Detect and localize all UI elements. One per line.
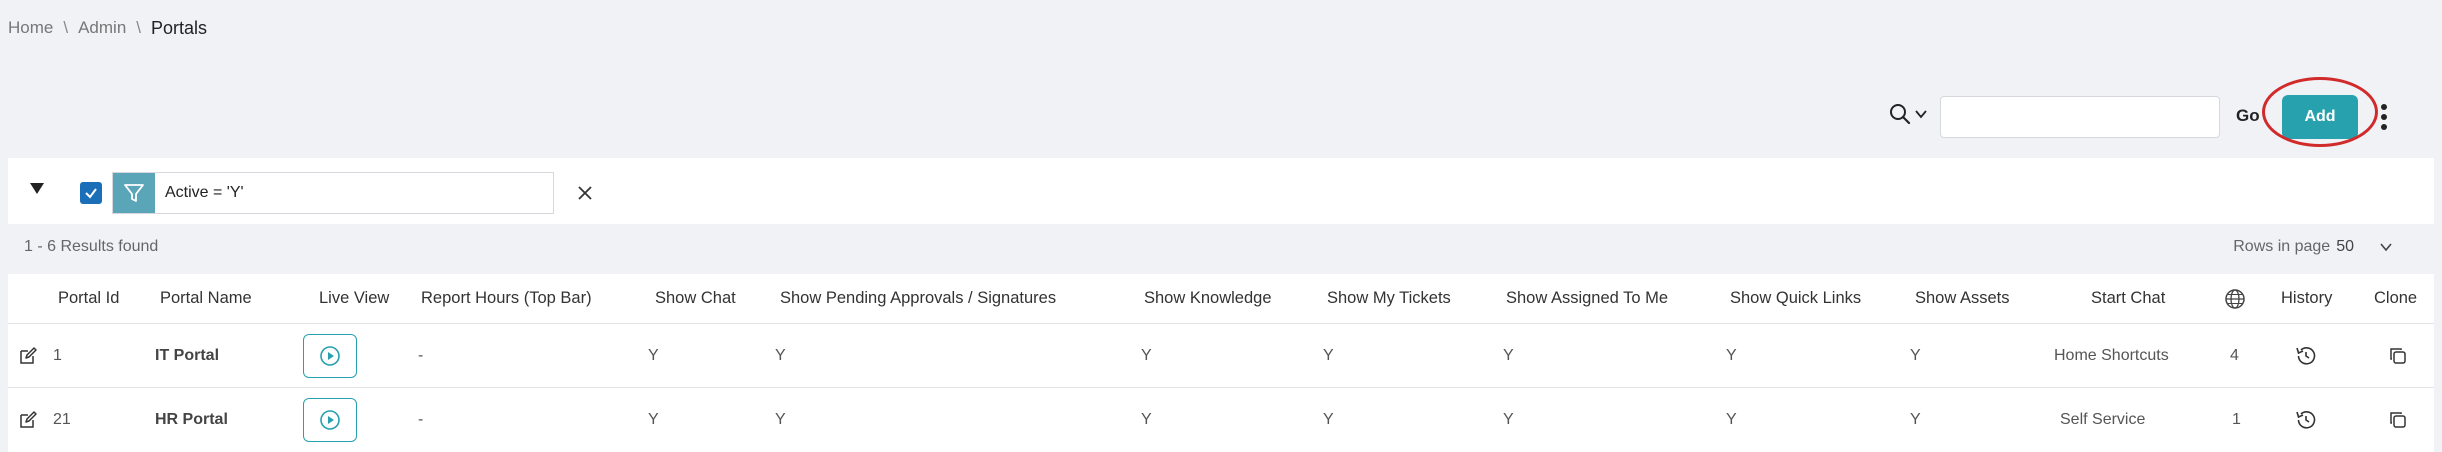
report-hours-cell: - xyxy=(418,346,424,364)
toolbar: Go Add xyxy=(8,72,2434,152)
column-header-show-pending[interactable]: Show Pending Approvals / Signatures xyxy=(780,274,1056,323)
table-row: 21 HR Portal - Y Y Y Y Y Y Y Self Servic… xyxy=(8,388,2434,452)
column-header-portal-id[interactable]: Portal Id xyxy=(58,274,119,323)
column-header-show-chat[interactable]: Show Chat xyxy=(655,274,736,323)
breadcrumb-home[interactable]: Home xyxy=(8,18,53,38)
search-icon xyxy=(1890,104,1911,125)
column-header-report-hours[interactable]: Report Hours (Top Bar) xyxy=(421,274,592,323)
chevron-down-icon xyxy=(1915,110,1927,119)
start-chat-cell: Self Service xyxy=(2060,411,2146,428)
history-icon[interactable] xyxy=(2294,388,2318,452)
breadcrumb: Home \ Admin \ Portals xyxy=(8,16,207,40)
show-chat-cell: Y xyxy=(648,346,659,364)
table-header: Portal Id Portal Name Live View Report H… xyxy=(8,274,2434,324)
language-count-cell: 4 xyxy=(2230,346,2239,364)
edit-icon[interactable] xyxy=(18,324,38,387)
show-knowledge-cell: Y xyxy=(1141,346,1152,364)
results-bar: 1 - 6 Results found Rows in page 50 xyxy=(8,230,2434,264)
column-header-show-quick-links[interactable]: Show Quick Links xyxy=(1730,274,1861,323)
show-pending-cell: Y xyxy=(775,411,786,428)
rows-per-page-label: Rows in page xyxy=(2233,238,2331,255)
edit-icon[interactable] xyxy=(18,388,38,452)
live-view-button[interactable] xyxy=(303,333,357,378)
table-row: 1 IT Portal - Y Y Y Y Y Y Y Home Shortcu… xyxy=(8,324,2434,388)
breadcrumb-separator: \ xyxy=(63,18,69,37)
search-input[interactable] xyxy=(1940,96,2220,138)
rows-per-page[interactable]: Rows in page 50 xyxy=(2233,238,2434,256)
checkmark-icon xyxy=(85,188,97,199)
column-header-start-chat[interactable]: Start Chat xyxy=(2091,274,2165,323)
portal-id-cell: 21 xyxy=(53,411,71,428)
filter-bar: Active = 'Y' xyxy=(8,158,2434,224)
show-assigned-cell: Y xyxy=(1503,346,1514,364)
column-header-show-my-tickets[interactable]: Show My Tickets xyxy=(1327,274,1451,323)
filter-checkbox[interactable] xyxy=(80,182,102,204)
show-assigned-cell: Y xyxy=(1503,411,1514,428)
show-my-tickets-cell: Y xyxy=(1323,346,1334,364)
globe-icon xyxy=(2225,288,2245,309)
live-view-cell xyxy=(303,388,357,452)
close-icon[interactable] xyxy=(574,182,596,204)
play-icon xyxy=(320,345,340,366)
column-header-show-knowledge[interactable]: Show Knowledge xyxy=(1144,274,1272,323)
show-quick-links-cell: Y xyxy=(1726,411,1737,428)
column-header-live-view[interactable]: Live View xyxy=(319,274,389,323)
rows-per-page-value: 50 xyxy=(2336,238,2354,255)
search-field-selector[interactable] xyxy=(1888,100,1932,128)
add-button[interactable]: Add xyxy=(2282,95,2358,139)
column-header-clone[interactable]: Clone xyxy=(2374,274,2417,323)
show-pending-cell: Y xyxy=(775,346,786,364)
show-assets-cell: Y xyxy=(1910,411,1921,428)
clone-icon[interactable] xyxy=(2388,388,2408,452)
column-header-history[interactable]: History xyxy=(2281,274,2332,323)
start-chat-cell: Home Shortcuts xyxy=(2054,346,2169,364)
clone-icon[interactable] xyxy=(2388,324,2408,387)
breadcrumb-admin[interactable]: Admin xyxy=(78,18,126,38)
results-count: 1 - 6 Results found xyxy=(24,238,159,255)
filter-text: Active = 'Y' xyxy=(165,184,244,201)
portal-name-cell[interactable]: IT Portal xyxy=(155,324,219,387)
report-hours-cell: - xyxy=(418,411,424,428)
more-options-icon[interactable] xyxy=(2374,100,2394,134)
portal-name-cell[interactable]: HR Portal xyxy=(155,388,228,452)
breadcrumb-separator: \ xyxy=(136,18,142,37)
column-header-show-assigned[interactable]: Show Assigned To Me xyxy=(1506,274,1668,323)
play-icon xyxy=(320,410,340,430)
language-count-cell: 1 xyxy=(2232,411,2241,428)
show-chat-cell: Y xyxy=(648,411,659,428)
live-view-button[interactable] xyxy=(303,398,357,442)
portal-id-cell: 1 xyxy=(53,346,62,364)
show-quick-links-cell: Y xyxy=(1726,346,1737,364)
chevron-down-icon[interactable] xyxy=(2378,239,2394,255)
show-knowledge-cell: Y xyxy=(1141,411,1152,428)
column-header-show-assets[interactable]: Show Assets xyxy=(1915,274,2009,323)
filter-chip[interactable]: Active = 'Y' xyxy=(112,172,554,214)
history-icon[interactable] xyxy=(2294,324,2318,387)
show-assets-cell: Y xyxy=(1910,346,1921,364)
go-button[interactable]: Go xyxy=(2236,106,2260,126)
page-title: Portals xyxy=(151,17,208,38)
collapse-toggle-icon[interactable] xyxy=(30,183,44,194)
live-view-cell xyxy=(303,324,357,387)
column-header-language[interactable] xyxy=(2224,274,2246,323)
column-header-portal-name[interactable]: Portal Name xyxy=(160,274,252,323)
portals-table: Portal Id Portal Name Live View Report H… xyxy=(8,274,2434,452)
show-my-tickets-cell: Y xyxy=(1323,411,1334,428)
filter-icon xyxy=(113,173,155,213)
